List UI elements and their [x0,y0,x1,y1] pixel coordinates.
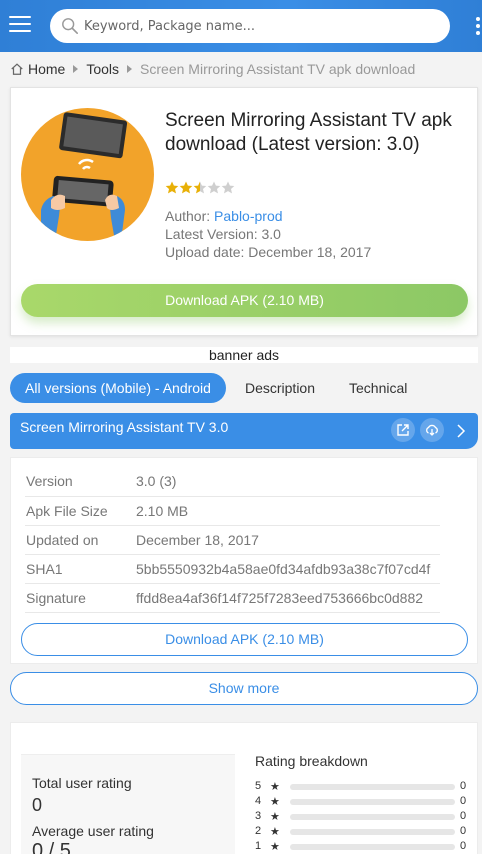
detail-key: Version [25,467,131,497]
search-input[interactable] [84,9,434,43]
breakdown-stars: 3 [255,810,262,822]
detail-key: SHA1 [25,554,131,584]
detail-value: 2.10 MB [131,496,440,526]
breadcrumb: Home Tools Screen Mirroring Assistant TV… [10,60,415,78]
breakdown-bar [290,814,455,820]
breakdown-row: 2 ★ 0 [255,825,469,838]
breadcrumb-separator [73,65,79,73]
home-icon [11,63,23,75]
app-title: Screen Mirroring Assistant TV apk downlo… [165,110,452,155]
version-header[interactable]: Screen Mirroring Assistant TV 3.0 [10,413,478,449]
total-rating-value: 0 [32,795,43,815]
external-link-icon [397,424,409,436]
breakdown-row: 3 ★ 0 [255,810,469,823]
rating-summary: Total user rating 0 Average user rating … [21,754,235,854]
tab-technical[interactable]: Technical [334,373,422,403]
top-bar [0,0,482,52]
star-icon: ★ [270,811,280,823]
breakdown-row: 1 ★ 0 [255,840,469,853]
average-rating-value: 0 / 5 [32,840,71,854]
detail-row: Apk File Size 2.10 MB [25,496,440,526]
chevron-right-icon[interactable] [455,424,467,438]
breakdown-bar [290,844,455,850]
breakdown-row: 5 ★ 0 [255,780,469,793]
author-link[interactable]: Pablo-prod [214,208,283,224]
star-icon [193,181,207,194]
cloud-download-button[interactable] [420,418,444,442]
detail-key: Updated on [25,525,131,555]
version-details-card: Version 3.0 (3) Apk File Size 2.10 MB Update… [10,457,478,664]
tab-all-versions[interactable]: All versions (Mobile) - Android [10,373,226,403]
upload-date: Upload date: December 18, 2017 [165,244,372,260]
breakdown-bar [290,829,455,835]
search-box[interactable] [50,9,450,43]
star-icon [179,181,193,194]
rating-breakdown-title: Rating breakdown [255,753,368,769]
author-label: Author: [165,208,215,224]
star-icon [165,181,179,194]
menu-icon[interactable] [9,16,31,36]
author-line: Author: Pablo-prod [165,208,283,224]
detail-row: Updated on December 18, 2017 [25,525,440,555]
total-rating-label: Total user rating [32,775,132,791]
breakdown-stars: 1 [255,840,262,852]
breadcrumb-home[interactable]: Home [28,61,65,77]
star-icon: ★ [270,796,280,808]
version-details-table: Version 3.0 (3) Apk File Size 2.10 MB Update… [25,467,440,613]
detail-value: 5bb5550932b4a58ae0fd34afdb93a38c7f07cd4f [131,554,440,584]
detail-key: Apk File Size [25,496,131,526]
breakdown-count: 0 [460,810,467,822]
star-icon [221,181,235,194]
open-external-button[interactable] [391,418,415,442]
breakdown-stars: 2 [255,825,262,837]
breakdown-count: 0 [460,825,467,837]
rating-stars [165,181,235,194]
breakdown-row: 4 ★ 0 [255,795,469,808]
show-more-button[interactable]: Show more [10,672,478,705]
breakdown-stars: 5 [255,780,262,792]
detail-row: Version 3.0 (3) [25,467,440,497]
star-icon [207,181,221,194]
ratings-card: Total user rating 0 Average user rating … [10,722,478,854]
breakdown-stars: 4 [255,795,262,807]
detail-key: Signature [25,583,131,613]
search-icon [62,18,79,35]
app-info-card: Screen Mirroring Assistant TV apk downlo… [10,87,478,336]
breakdown-count: 0 [460,780,467,792]
more-options-icon[interactable] [476,17,482,37]
breakdown-count: 0 [460,795,467,807]
average-rating-label: Average user rating [32,823,154,839]
latest-version: Latest Version: 3.0 [165,226,281,242]
detail-row: Signature ffdd8ea4af36f14f725f7283eed7536… [25,583,440,613]
detail-value: 3.0 (3) [131,467,440,497]
version-download-apk-button[interactable]: Download APK (2.10 MB) [21,623,468,656]
tab-description[interactable]: Description [230,373,330,403]
star-icon: ★ [270,826,280,838]
breadcrumb-current: Screen Mirroring Assistant TV apk downlo… [140,61,416,77]
breakdown-count: 0 [460,840,467,852]
detail-value: ffdd8ea4af36f14f725f7283eed753666bc0d882 [131,583,440,613]
download-apk-button[interactable]: Download APK (2.10 MB) [21,284,468,317]
banner-ads: banner ads [10,347,478,363]
version-title: Screen Mirroring Assistant TV 3.0 [20,419,229,435]
app-icon [21,108,154,241]
breadcrumb-separator [127,65,133,73]
breakdown-bar [290,799,455,805]
detail-value: December 18, 2017 [131,525,440,555]
breadcrumb-category[interactable]: Tools [86,61,119,77]
app-icon-illustration [41,112,128,241]
tab-bar: All versions (Mobile) - Android Descript… [10,373,422,403]
detail-row: SHA1 5bb5550932b4a58ae0fd34afdb93a38c7f07… [25,554,440,584]
star-icon: ★ [270,841,280,853]
cloud-download-icon [426,424,438,436]
breakdown-bar [290,784,455,790]
star-icon: ★ [270,781,280,793]
